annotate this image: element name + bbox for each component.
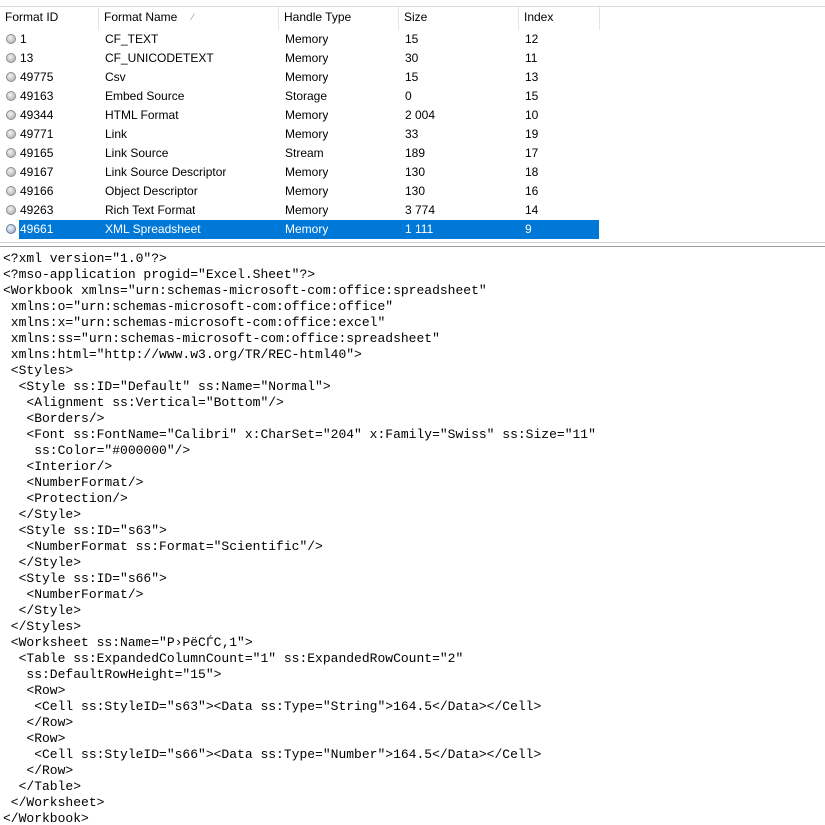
cell-handle-type: Memory <box>285 32 329 46</box>
cell-format-name: Object Descriptor <box>105 184 198 198</box>
gray-circle-icon <box>6 53 16 63</box>
cell-format-id: 49771 <box>20 127 54 141</box>
column-header-label: Handle Type <box>284 10 352 24</box>
cell-handle-type: Stream <box>285 146 324 160</box>
sort-indicator-icon: ⁄ <box>192 12 194 22</box>
cell-format-id: 49166 <box>20 184 54 198</box>
gray-circle-icon <box>6 224 16 234</box>
cell-size: 30 <box>405 51 419 65</box>
splitter-line <box>0 242 825 243</box>
cell-format-id: 49163 <box>20 89 54 103</box>
gray-circle-icon <box>6 129 16 139</box>
table-row[interactable]: 49166 Object Descriptor Memory 130 16 <box>0 182 825 201</box>
list-header: Format ID Format Name ⁄ Handle Type Size… <box>0 7 825 30</box>
cell-format-id: 49263 <box>20 203 54 217</box>
cell-index: 13 <box>525 70 539 84</box>
cell-index: 9 <box>525 222 532 236</box>
clipboard-content-text[interactable]: <?xml version="1.0"?> <?mso-application … <box>3 251 596 825</box>
cell-format-id: 49167 <box>20 165 54 179</box>
gray-circle-icon <box>6 91 16 101</box>
gray-circle-icon <box>6 167 16 177</box>
cell-format-name: Rich Text Format <box>105 203 196 217</box>
cell-size: 2 004 <box>405 108 436 122</box>
column-header-format-name[interactable]: Format Name ⁄ <box>99 7 279 30</box>
cell-handle-type: Memory <box>285 51 329 65</box>
cell-index: 15 <box>525 89 539 103</box>
column-header-label: Size <box>404 10 428 24</box>
cell-format-name: CF_UNICODETEXT <box>105 51 214 65</box>
table-row[interactable]: 49775 Csv Memory 15 13 <box>0 68 825 87</box>
column-header-size[interactable]: Size <box>399 7 519 30</box>
cell-index: 11 <box>525 51 538 65</box>
cell-handle-type: Memory <box>285 222 329 236</box>
cell-size: 15 <box>405 70 419 84</box>
column-header-label: Index <box>524 10 554 24</box>
cell-index: 18 <box>525 165 539 179</box>
cell-format-name: Link Source <box>105 146 169 160</box>
cell-handle-type: Memory <box>285 70 329 84</box>
cell-index: 10 <box>525 108 539 122</box>
cell-index: 12 <box>525 32 539 46</box>
cell-format-id: 13 <box>20 51 34 65</box>
cell-format-name: Embed Source <box>105 89 185 103</box>
content-text-view[interactable]: <?xml version="1.0"?> <?mso-application … <box>0 247 825 825</box>
cell-format-id: 49344 <box>20 108 54 122</box>
table-row[interactable]: 49771 Link Memory 33 19 <box>0 125 825 144</box>
cell-handle-type: Storage <box>285 89 328 103</box>
cell-size: 189 <box>405 146 426 160</box>
cell-size: 33 <box>405 127 419 141</box>
table-row[interactable]: 1 CF_TEXT Memory 15 12 <box>0 30 825 49</box>
table-row[interactable]: 49165 Link Source Stream 189 17 <box>0 144 825 163</box>
column-header-label: Format Name <box>104 10 178 24</box>
column-header-label: Format ID <box>5 10 59 24</box>
cell-size: 130 <box>405 165 426 179</box>
cell-size: 0 <box>405 89 412 103</box>
table-row[interactable]: 13 CF_UNICODETEXT Memory 30 11 <box>0 49 825 68</box>
cell-format-name: HTML Format <box>105 108 179 122</box>
format-list[interactable]: Format ID Format Name ⁄ Handle Type Size… <box>0 0 825 241</box>
gray-circle-icon <box>6 148 16 158</box>
table-row[interactable]: 49661 XML Spreadsheet Memory 1 111 9 <box>0 220 825 239</box>
cell-index: 16 <box>525 184 539 198</box>
cell-index: 17 <box>525 146 539 160</box>
column-header-format-id[interactable]: Format ID <box>0 7 99 30</box>
cell-handle-type: Memory <box>285 165 329 179</box>
cell-index: 19 <box>525 127 539 141</box>
cell-index: 14 <box>525 203 539 217</box>
cell-handle-type: Memory <box>285 184 329 198</box>
cell-format-name: XML Spreadsheet <box>105 222 201 236</box>
cell-format-id: 49661 <box>20 222 54 236</box>
cell-handle-type: Memory <box>285 203 329 217</box>
cell-size: 1 111 <box>405 222 434 236</box>
gray-circle-icon <box>6 72 16 82</box>
table-row[interactable]: 49263 Rich Text Format Memory 3 774 14 <box>0 201 825 220</box>
gray-circle-icon <box>6 110 16 120</box>
cell-format-id: 49775 <box>20 70 54 84</box>
cell-handle-type: Memory <box>285 108 329 122</box>
cell-format-name: Csv <box>105 70 126 84</box>
table-row[interactable]: 49163 Embed Source Storage 0 15 <box>0 87 825 106</box>
table-row[interactable]: 49344 HTML Format Memory 2 004 10 <box>0 106 825 125</box>
cell-format-name: Link Source Descriptor <box>105 165 227 179</box>
gray-circle-icon <box>6 186 16 196</box>
cell-handle-type: Memory <box>285 127 329 141</box>
column-header-handle-type[interactable]: Handle Type <box>279 7 399 30</box>
clipboard-viewer-window: Format ID Format Name ⁄ Handle Type Size… <box>0 0 825 825</box>
cell-format-id: 49165 <box>20 146 54 160</box>
cell-size: 15 <box>405 32 419 46</box>
table-row[interactable]: 49167 Link Source Descriptor Memory 130 18 <box>0 163 825 182</box>
cell-format-name: Link <box>105 127 128 141</box>
cell-size: 130 <box>405 184 426 198</box>
cell-format-id: 1 <box>20 32 27 46</box>
gray-circle-icon <box>6 34 16 44</box>
column-header-index[interactable]: Index <box>519 7 600 30</box>
cell-size: 3 774 <box>405 203 436 217</box>
gray-circle-icon <box>6 205 16 215</box>
cell-format-name: CF_TEXT <box>105 32 159 46</box>
